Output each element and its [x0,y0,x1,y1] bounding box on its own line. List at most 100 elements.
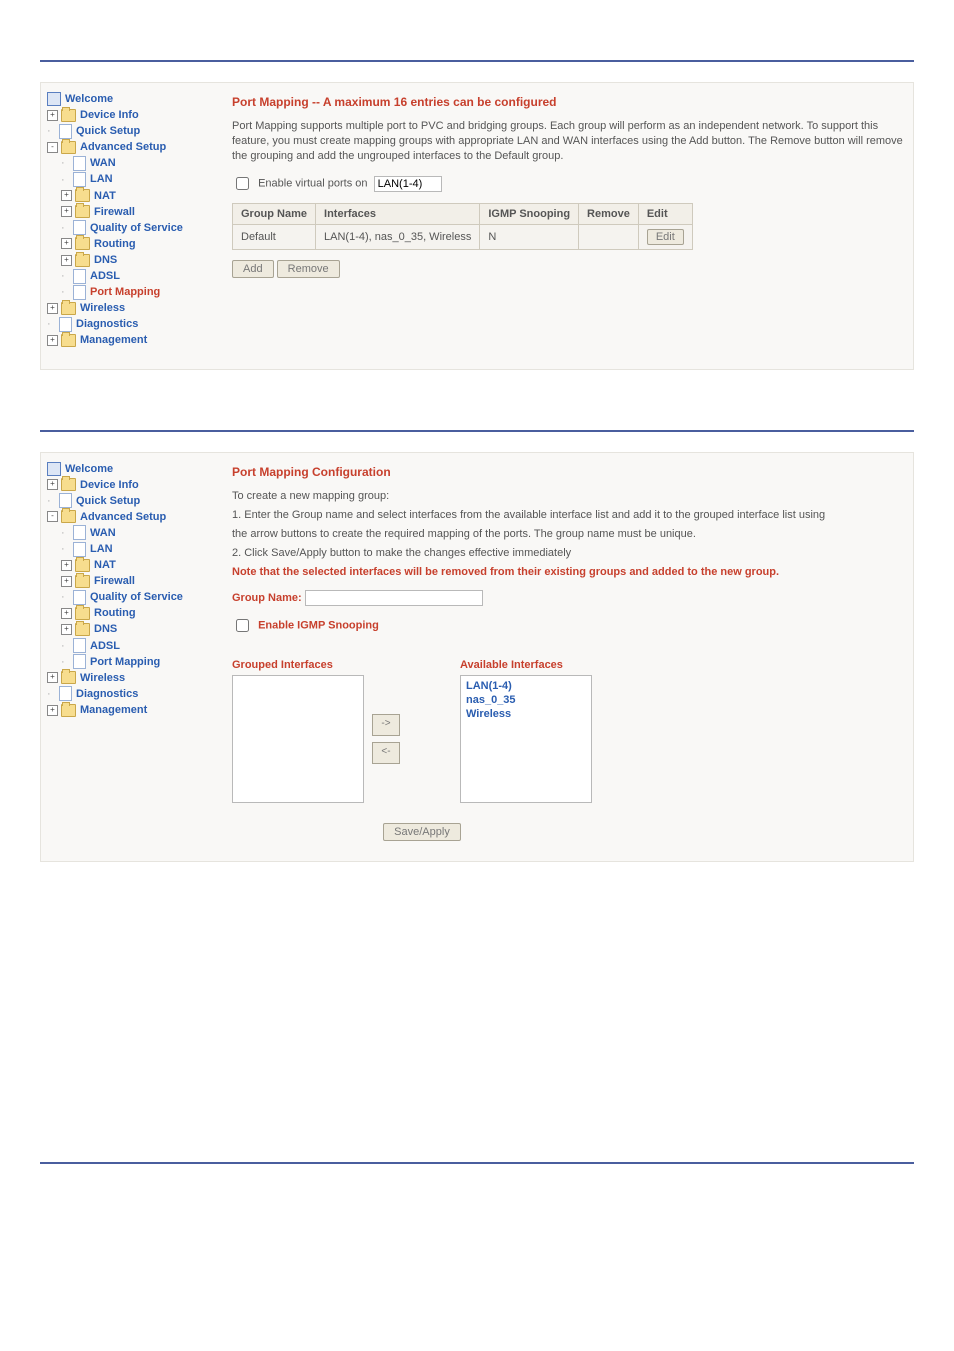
enable-igmp-checkbox[interactable] [236,619,249,632]
expand-icon[interactable]: + [61,206,72,217]
edit-button[interactable]: Edit [647,229,684,245]
page-title: Port Mapping Configuration [232,465,907,479]
available-interfaces-label: Available Interfaces [460,659,592,671]
port-mapping-panel: Welcome + Device Info · Quick Setup - Advan… [40,82,914,370]
nav-wan[interactable]: WAN [90,157,116,169]
table-header-row: Group Name Interfaces IGMP Snooping Remo… [233,204,693,225]
expand-icon[interactable]: + [47,479,58,490]
expand-icon[interactable]: - [47,142,58,153]
expand-icon[interactable]: + [61,624,72,635]
expand-icon[interactable]: + [47,705,58,716]
nav-dns[interactable]: DNS [94,624,117,636]
page-icon [59,686,72,701]
nav-qos[interactable]: Quality of Service [90,591,183,603]
page-icon [73,638,86,653]
expand-icon[interactable]: + [61,560,72,571]
nav-welcome[interactable]: Welcome [65,93,113,105]
expand-icon[interactable]: + [47,672,58,683]
folder-icon [61,334,76,347]
enable-virtual-ports-label: Enable virtual ports on [258,177,367,189]
nav-tree: Welcome + Device Info · Quick Setup - Advan… [47,91,207,349]
nav-port-mapping[interactable]: Port Mapping [90,286,160,298]
grouped-interfaces-list[interactable] [232,675,364,803]
nav-qos[interactable]: Quality of Service [90,222,183,234]
nav-routing[interactable]: Routing [94,238,136,250]
nav-advanced-setup[interactable]: Advanced Setup [80,141,166,153]
nav-wan[interactable]: WAN [90,527,116,539]
nav-dns[interactable]: DNS [94,254,117,266]
tree-line: · [47,123,56,139]
add-button[interactable]: Add [232,260,274,278]
col-edit: Edit [638,204,692,225]
folder-icon [75,254,90,267]
welcome-icon [47,462,61,476]
nav-advanced-setup[interactable]: Advanced Setup [80,511,166,523]
page-icon [73,285,86,300]
cell-remove [579,225,639,250]
nav-diagnostics[interactable]: Diagnostics [76,688,138,700]
folder-icon [75,575,90,588]
enable-virtual-ports-value [374,176,442,192]
welcome-icon [47,92,61,106]
folder-icon [61,671,76,684]
move-right-button[interactable]: -> [372,714,400,736]
nav-adsl[interactable]: ADSL [90,270,120,282]
enable-virtual-ports-checkbox[interactable] [236,177,249,190]
nav-lan[interactable]: LAN [90,543,113,555]
nav-diagnostics[interactable]: Diagnostics [76,318,138,330]
intro-text: To create a new mapping group: [232,489,907,504]
expand-icon[interactable]: + [61,576,72,587]
nav-quick-setup[interactable]: Quick Setup [76,125,140,137]
expand-icon[interactable]: + [61,238,72,249]
table-row: Default LAN(1-4), nas_0_35, Wireless N E… [233,225,693,250]
port-mapping-content: Port Mapping -- A maximum 16 entries can… [232,91,907,349]
nav-tree: Welcome +Device Info ·Quick Setup -Advan… [47,461,207,841]
expand-icon[interactable]: + [61,608,72,619]
nav-nat[interactable]: NAT [94,190,116,202]
page-icon [73,269,86,284]
folder-icon [61,704,76,717]
page-icon [73,590,86,605]
group-name-input[interactable] [305,590,483,606]
nav-wireless[interactable]: Wireless [80,672,125,684]
move-left-button[interactable]: <- [372,742,400,764]
group-name-label: Group Name: [232,591,302,603]
nav-routing[interactable]: Routing [94,607,136,619]
expand-icon[interactable]: + [61,255,72,266]
nav-quick-setup[interactable]: Quick Setup [76,495,140,507]
nav-wireless[interactable]: Wireless [80,302,125,314]
expand-icon[interactable]: + [47,110,58,121]
expand-icon[interactable]: + [47,303,58,314]
folder-icon [75,623,90,636]
expand-icon[interactable]: + [47,335,58,346]
note-text: Note that the selected interfaces will b… [232,565,907,580]
available-interfaces-list[interactable]: LAN(1-4)nas_0_35Wireless [460,675,592,803]
step1-text: 1. Enter the Group name and select inter… [232,508,907,523]
nav-port-mapping[interactable]: Port Mapping [90,656,160,668]
page-description: Port Mapping supports multiple port to P… [232,119,907,164]
folder-icon [75,237,90,250]
nav-lan[interactable]: LAN [90,174,113,186]
folder-icon [75,205,90,218]
port-mapping-table: Group Name Interfaces IGMP Snooping Remo… [232,203,693,250]
grouped-interfaces-label: Grouped Interfaces [232,659,400,671]
step1b-text: the arrow buttons to create the required… [232,527,907,542]
expand-icon[interactable]: + [61,190,72,201]
nav-device-info[interactable]: Device Info [80,479,139,491]
remove-button[interactable]: Remove [277,260,340,278]
folder-icon [61,109,76,122]
cell-igmp: N [480,225,579,250]
cell-edit: Edit [638,225,692,250]
nav-device-info[interactable]: Device Info [80,109,139,121]
nav-management[interactable]: Management [80,704,147,716]
nav-firewall[interactable]: Firewall [94,206,135,218]
nav-firewall[interactable]: Firewall [94,575,135,587]
nav-adsl[interactable]: ADSL [90,640,120,652]
folder-icon [61,478,76,491]
nav-welcome[interactable]: Welcome [65,463,113,475]
page-title: Port Mapping -- A maximum 16 entries can… [232,95,907,109]
nav-nat[interactable]: NAT [94,559,116,571]
expand-icon[interactable]: - [47,511,58,522]
nav-management[interactable]: Management [80,335,147,347]
save-apply-button[interactable]: Save/Apply [383,823,461,841]
